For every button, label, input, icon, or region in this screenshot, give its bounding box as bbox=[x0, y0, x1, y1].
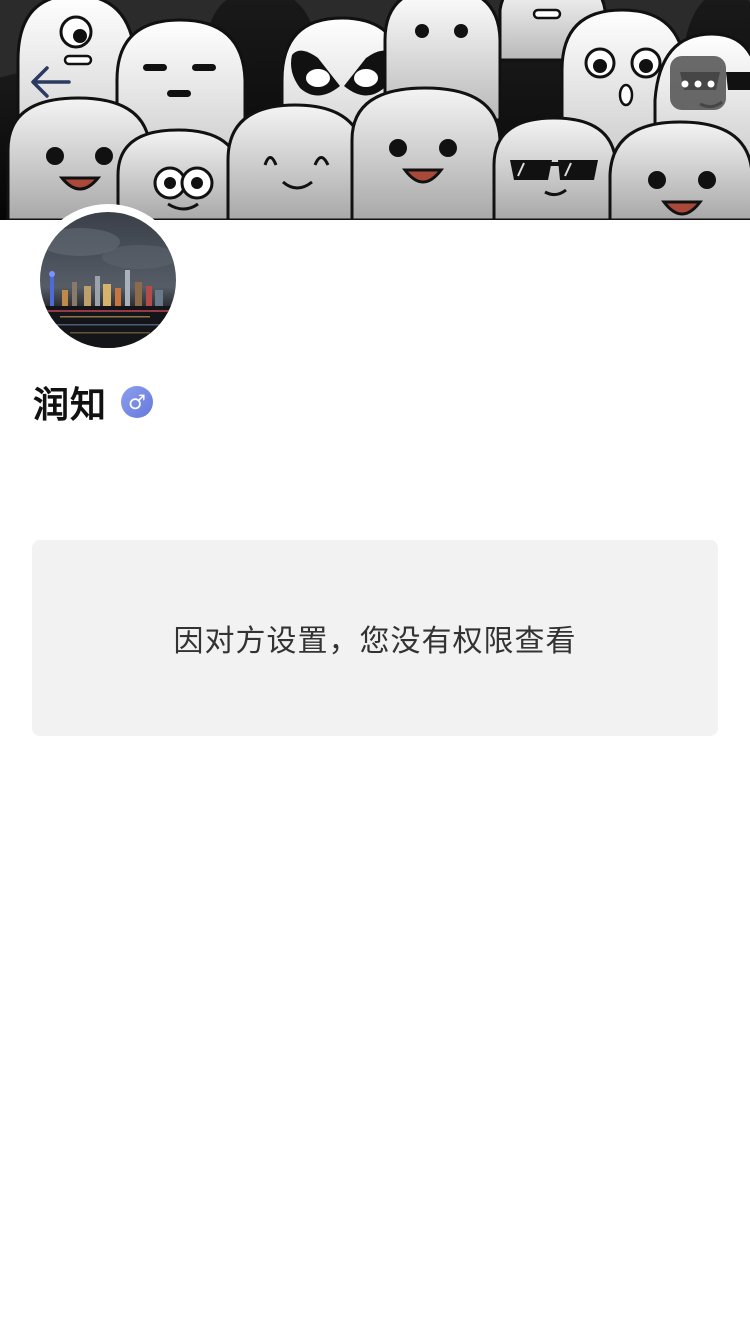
cartoon-ghosts-illustration bbox=[0, 0, 750, 220]
male-gender-icon: ♂ bbox=[121, 386, 154, 418]
permission-notice: 因对方设置，您没有权限查看 bbox=[32, 540, 718, 736]
more-options-button[interactable] bbox=[670, 56, 726, 110]
profile-name-row: 润知 ♂ bbox=[33, 372, 154, 432]
arrow-left-icon bbox=[29, 64, 73, 104]
back-button[interactable] bbox=[22, 58, 80, 110]
username: 润知 bbox=[33, 385, 108, 426]
city-night-skyline-photo bbox=[40, 212, 176, 348]
avatar[interactable] bbox=[40, 212, 176, 348]
more-dots-icon bbox=[680, 74, 716, 93]
permission-notice-text: 因对方设置，您没有权限查看 bbox=[173, 624, 577, 659]
cover-banner bbox=[0, 0, 750, 220]
